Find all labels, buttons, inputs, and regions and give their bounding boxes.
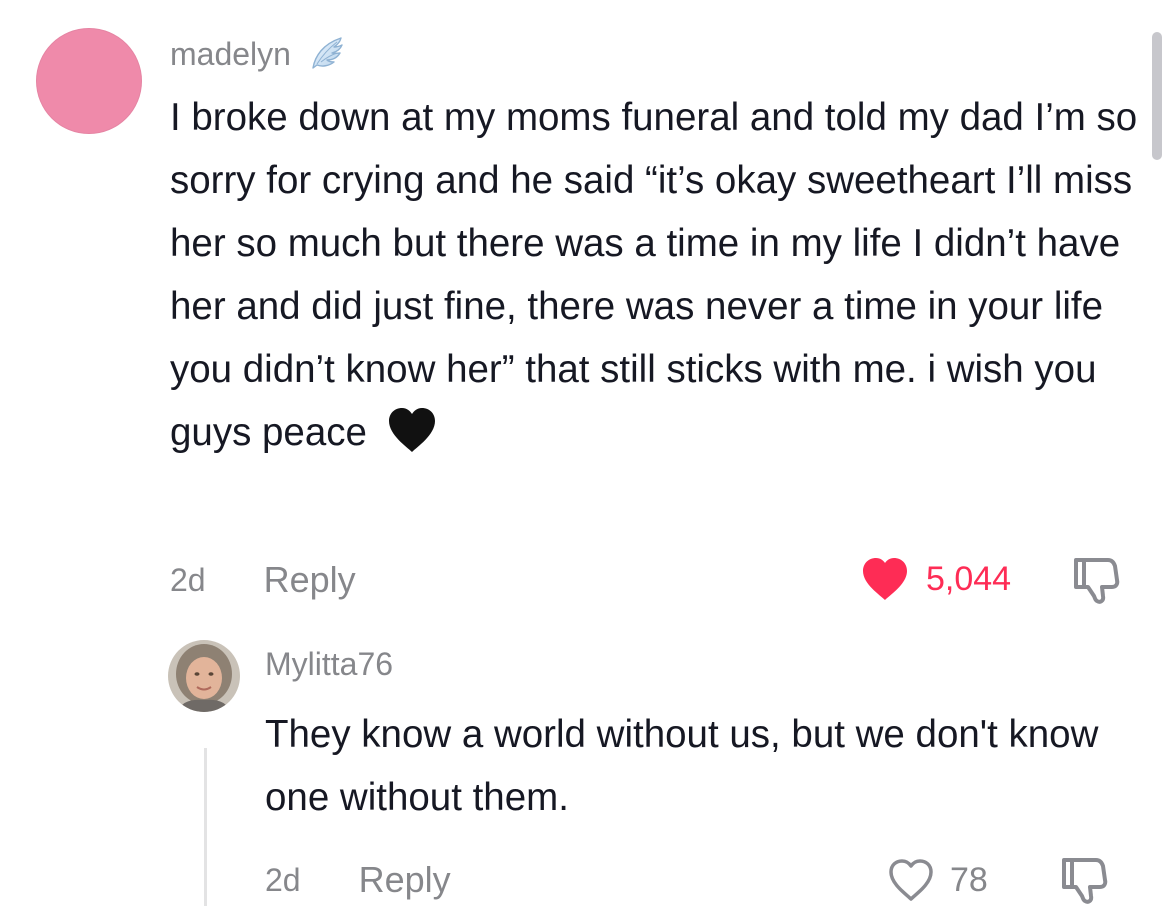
angel-wing-icon bbox=[312, 37, 343, 69]
username[interactable]: madelyn bbox=[170, 36, 291, 73]
comment-time: 2d bbox=[170, 561, 206, 598]
reply-like-button[interactable]: 78 bbox=[886, 855, 988, 905]
reply-button[interactable]: Reply bbox=[264, 559, 356, 601]
heart-filled-icon bbox=[863, 558, 907, 600]
reply-text: They know a world without us, but we don… bbox=[265, 713, 1099, 819]
thread-line bbox=[204, 748, 207, 906]
reply-thumbs-down-icon[interactable] bbox=[1058, 856, 1114, 906]
heart-outline-icon bbox=[889, 859, 933, 901]
reply-avatar[interactable] bbox=[168, 640, 240, 712]
comment-body: I broke down at my moms funeral and told… bbox=[170, 96, 1138, 454]
comment-author[interactable]: madelyn bbox=[170, 32, 347, 76]
reply-username[interactable]: Mylitta76 bbox=[265, 646, 393, 683]
reply-actions: 2d Reply bbox=[265, 858, 451, 902]
person-photo-icon bbox=[168, 640, 240, 712]
comment-text: I broke down at my moms funeral and told… bbox=[170, 86, 1145, 464]
like-button[interactable]: 5,044 bbox=[860, 554, 1011, 604]
comment-actions: 2d Reply bbox=[170, 558, 356, 602]
reply-time: 2d bbox=[265, 861, 301, 898]
black-heart-icon bbox=[388, 408, 435, 452]
avatar[interactable] bbox=[36, 28, 142, 134]
scrollbar[interactable] bbox=[1152, 32, 1162, 160]
reply-like-count: 78 bbox=[950, 860, 988, 899]
like-count: 5,044 bbox=[926, 559, 1012, 598]
reply-reply-button[interactable]: Reply bbox=[359, 859, 451, 901]
thumbs-down-icon[interactable] bbox=[1070, 556, 1126, 606]
